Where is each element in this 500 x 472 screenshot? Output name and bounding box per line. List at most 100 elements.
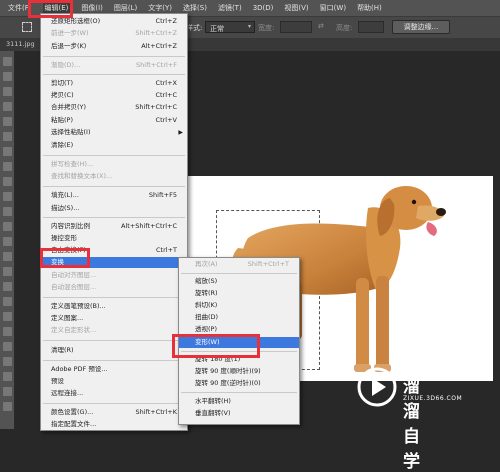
menu-layer[interactable]: 图层(L) xyxy=(114,3,137,13)
menu-separator xyxy=(43,74,185,75)
menu-separator xyxy=(43,403,185,404)
adjust-edge-button[interactable]: 调整边缘... xyxy=(392,20,450,34)
menu-item-label: 后退一步(K) xyxy=(51,42,87,50)
menu-filter[interactable]: 滤镜(T) xyxy=(218,3,242,13)
menu-select[interactable]: 选择(S) xyxy=(183,3,207,13)
menu-item-auto-align[interactable]: 自动对齐图层... xyxy=(41,270,187,281)
menu-item-spell-check[interactable]: 拼写检查(H)... xyxy=(41,159,187,170)
tool-icon[interactable] xyxy=(2,402,12,411)
menu-item-purge[interactable]: 清理(R)▶ xyxy=(41,345,187,356)
menu-item-label: 前进一步(W) xyxy=(51,29,89,37)
tool-icon[interactable] xyxy=(2,72,12,81)
menu-item-cut[interactable]: 剪切(T) Ctrl+X xyxy=(41,78,187,89)
tool-icon[interactable] xyxy=(2,132,12,141)
menu-item-define-pattern[interactable]: 定义图案... xyxy=(41,313,187,324)
tool-icon[interactable] xyxy=(2,387,12,396)
tool-icon[interactable] xyxy=(2,222,12,231)
menu-item-again[interactable]: 再次(A) Shift+Ctrl+T xyxy=(179,259,299,270)
menu-view[interactable]: 视图(V) xyxy=(284,3,308,13)
menu-item-content-aware-scale[interactable]: 内容识别比例 Alt+Shift+Ctrl+C xyxy=(41,221,187,232)
menu-item-auto-blend[interactable]: 自动混合图层... xyxy=(41,282,187,293)
menu-item-scale[interactable]: 缩放(S) xyxy=(179,276,299,287)
menu-separator xyxy=(43,155,185,156)
menu-item-shortcut: Shift+F5 xyxy=(148,191,177,199)
tool-icon[interactable] xyxy=(2,312,12,321)
menu-item-rotate[interactable]: 旋转(R) xyxy=(179,288,299,299)
menu-item-puppet-warp[interactable]: 操控变形 xyxy=(41,233,187,244)
menu-item-shortcut: Ctrl+V xyxy=(155,116,177,124)
tool-icon[interactable] xyxy=(2,327,12,336)
menu-separator xyxy=(43,360,185,361)
menu-item-fill[interactable]: 填充(L)... Shift+F5 xyxy=(41,190,187,201)
tool-icon[interactable] xyxy=(2,252,12,261)
tool-icon[interactable] xyxy=(2,147,12,156)
tool-icon[interactable] xyxy=(2,357,12,366)
tool-icon[interactable] xyxy=(2,267,12,276)
menu-item-rotate-90-cw[interactable]: 旋转 90 度(顺时针)(9) xyxy=(179,366,299,377)
menu-item-clear[interactable]: 清除(E) xyxy=(41,140,187,151)
menu-item-label: 旋转 90 度(顺时针)(9) xyxy=(195,367,261,375)
document-tab[interactable]: 3111.jpg xyxy=(6,40,35,48)
menu-item-define-shape[interactable]: 定义自定形状... xyxy=(41,325,187,336)
tool-icon[interactable] xyxy=(2,342,12,351)
menu-item-step-forward[interactable]: 前进一步(W) Shift+Ctrl+Z xyxy=(41,28,187,39)
menu-item-stroke[interactable]: 描边(S)... xyxy=(41,203,187,214)
menu-item-copy[interactable]: 拷贝(C) Ctrl+C xyxy=(41,90,187,101)
menu-item-remote-connections[interactable]: 远程连接... xyxy=(41,388,187,399)
tool-icon[interactable] xyxy=(2,192,12,201)
menu-item-shortcut: Shift+Ctrl+C xyxy=(135,103,177,111)
menu-item-paste-special[interactable]: 选择性粘贴(I) ▶ xyxy=(41,127,187,138)
adjust-edge-label: 调整边缘... xyxy=(403,23,439,31)
tool-icon[interactable] xyxy=(2,57,12,66)
menu-item-flip-vertical[interactable]: 垂直翻转(V) xyxy=(179,408,299,419)
menu-item-label: 自动对齐图层... xyxy=(51,271,97,279)
menu-item-label: 定义画笔预设(B)... xyxy=(51,302,106,310)
menu-item-assign-profile[interactable]: 指定配置文件... xyxy=(41,419,187,430)
style-select[interactable]: 正常 ▾ xyxy=(205,21,255,33)
menu-item-label: 合并拷贝(Y) xyxy=(51,103,87,111)
menu-item-skew[interactable]: 斜切(K) xyxy=(179,300,299,311)
tool-icon[interactable] xyxy=(2,237,12,246)
tool-icon[interactable] xyxy=(2,87,12,96)
play-logo-icon xyxy=(357,367,397,407)
tool-icon[interactable] xyxy=(2,282,12,291)
toolbox xyxy=(0,51,15,429)
menu-item-label: 旋转 90 度(逆时针)(0) xyxy=(195,379,261,387)
menu-item-label: 拷贝(C) xyxy=(51,91,74,99)
tool-icon[interactable] xyxy=(2,207,12,216)
menu-item-rotate-90-ccw[interactable]: 旋转 90 度(逆时针)(0) xyxy=(179,378,299,389)
menu-item-label: 水平翻转(H) xyxy=(195,397,231,405)
menu-item-label: 指定配置文件... xyxy=(51,420,97,428)
menu-item-paste[interactable]: 粘贴(P) Ctrl+V xyxy=(41,115,187,126)
tool-icon[interactable] xyxy=(2,177,12,186)
menu-item-color-settings[interactable]: 颜色设置(G)... Shift+Ctrl+K xyxy=(41,407,187,418)
tool-icon[interactable] xyxy=(2,117,12,126)
menu-item-define-brush[interactable]: 定义画笔预设(B)... xyxy=(41,301,187,312)
menu-item-label: 垂直翻转(V) xyxy=(195,409,231,417)
width-input[interactable] xyxy=(280,21,312,33)
menu-3d[interactable]: 3D(D) xyxy=(253,4,274,12)
tool-icon[interactable] xyxy=(2,102,12,111)
menu-item-find-replace[interactable]: 查找和替换文本(X)... xyxy=(41,171,187,182)
tool-icon[interactable] xyxy=(2,372,12,381)
menu-image[interactable]: 图像(I) xyxy=(81,3,103,13)
tool-icon[interactable] xyxy=(2,162,12,171)
watermark-brand: 溜溜自学 xyxy=(403,377,421,472)
menu-item-step-backward[interactable]: 后退一步(K) Alt+Ctrl+Z xyxy=(41,41,187,52)
menu-type[interactable]: 文字(Y) xyxy=(148,3,172,13)
menu-item-fade[interactable]: 渐隐(D)... Shift+Ctrl+F xyxy=(41,60,187,71)
menu-window[interactable]: 窗口(W) xyxy=(320,3,346,13)
tool-icon[interactable] xyxy=(2,297,12,306)
menu-help[interactable]: 帮助(H) xyxy=(357,3,382,13)
swap-icon[interactable]: ⇄ xyxy=(318,22,324,30)
height-input[interactable] xyxy=(358,21,384,33)
menu-item-pdf-presets[interactable]: Adobe PDF 预设... xyxy=(41,364,187,375)
menu-item-presets[interactable]: 预设▶ xyxy=(41,376,187,387)
menu-item-label: 定义自定形状... xyxy=(51,326,97,334)
marquee-tool-icon[interactable] xyxy=(22,22,32,32)
menu-item-distort[interactable]: 扭曲(D) xyxy=(179,312,299,323)
menu-item-copy-merged[interactable]: 合并拷贝(Y) Shift+Ctrl+C xyxy=(41,102,187,113)
menu-item-label: 内容识别比例 xyxy=(51,222,90,230)
menu-item-flip-horizontal[interactable]: 水平翻转(H) xyxy=(179,396,299,407)
menu-separator xyxy=(43,56,185,57)
